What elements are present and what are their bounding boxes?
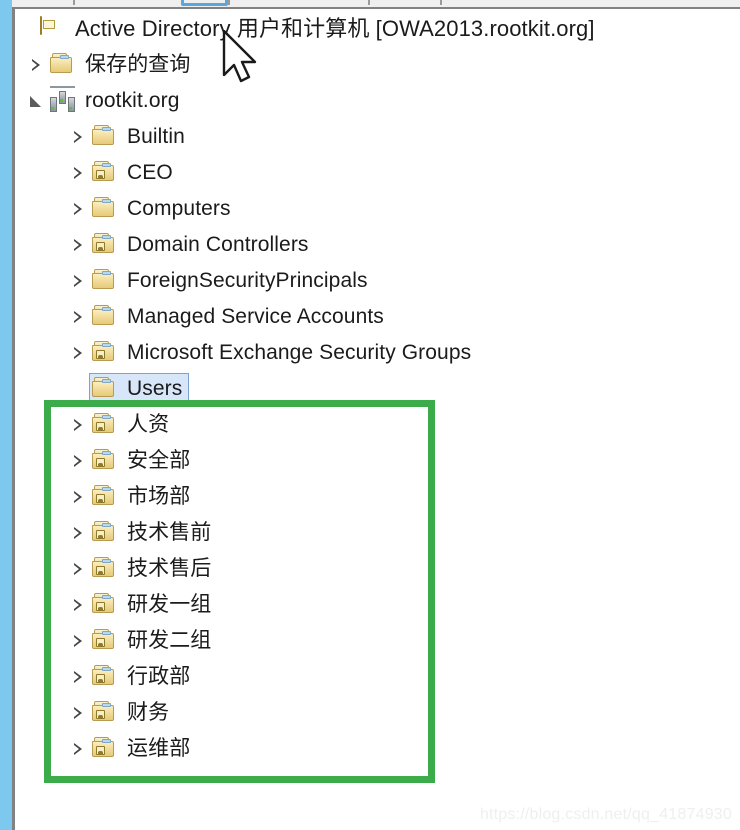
watermark-text: https://blog.csdn.net/qq_41874930 xyxy=(479,806,732,823)
tree-item-saved-queries[interactable]: 保存的查询 xyxy=(15,47,740,83)
ou-folder-icon xyxy=(92,413,118,437)
chevron-right-icon[interactable] xyxy=(67,335,89,371)
tree-item-ou-renzi[interactable]: 人资 xyxy=(15,407,740,443)
ou-folder-icon xyxy=(92,521,118,545)
chevron-right-icon[interactable] xyxy=(67,479,89,515)
chevron-right-icon[interactable] xyxy=(25,47,47,83)
chevron-right-icon[interactable] xyxy=(67,299,89,335)
toolbar-button-active[interactable] xyxy=(181,0,228,6)
chevron-right-icon[interactable] xyxy=(67,659,89,695)
ou-folder-icon xyxy=(92,737,118,761)
chevron-right-icon[interactable] xyxy=(67,155,89,191)
ou-folder-icon xyxy=(92,449,118,473)
folder-icon xyxy=(92,197,118,221)
tree-item-label: 行政部 xyxy=(127,665,191,688)
chevron-right-icon[interactable] xyxy=(67,515,89,551)
chevron-right-icon[interactable] xyxy=(67,623,89,659)
tree-item-label: Active Directory 用户和计算机 [OWA2013.rootkit… xyxy=(75,16,595,41)
tree-item-label: Microsoft Exchange Security Groups xyxy=(127,341,472,364)
expander-icon xyxy=(15,11,37,47)
tree-item-ou-caiwu[interactable]: 财务 xyxy=(15,695,740,731)
chevron-right-icon[interactable] xyxy=(67,587,89,623)
tree-item-ou-yunweibu[interactable]: 运维部 xyxy=(15,731,740,767)
chevron-right-icon[interactable] xyxy=(67,191,89,227)
tree-item-ou-jishushouqian[interactable]: 技术售前 xyxy=(15,515,740,551)
ou-folder-icon xyxy=(92,485,118,509)
tree-item-label: Domain Controllers xyxy=(127,233,309,256)
tree-item-ou-xingzhengbu[interactable]: 行政部 xyxy=(15,659,740,695)
chevron-right-icon[interactable] xyxy=(67,443,89,479)
folder-icon xyxy=(92,269,118,293)
folder-icon xyxy=(50,53,76,77)
tree-item-users[interactable]: Users xyxy=(15,371,740,407)
ou-folder-icon xyxy=(92,161,118,185)
tree-item-label: 技术售前 xyxy=(127,521,212,544)
ou-folder-icon xyxy=(92,341,118,365)
folder-icon xyxy=(92,305,118,329)
ou-folder-icon xyxy=(92,701,118,725)
tree-item-domain-rootkit-org[interactable]: rootkit.org xyxy=(15,83,740,119)
ou-folder-icon xyxy=(92,593,118,617)
tree-item-ceo[interactable]: CEO xyxy=(15,155,740,191)
console-icon xyxy=(40,16,66,41)
tree-item-console-root[interactable]: Active Directory 用户和计算机 [OWA2013.rootkit… xyxy=(15,11,740,47)
tree-item-ou-yanfayizu[interactable]: 研发一组 xyxy=(15,587,740,623)
tree-item-microsoft-exchange-security-groups[interactable]: Microsoft Exchange Security Groups xyxy=(15,335,740,371)
tree-item-label: CEO xyxy=(127,161,173,184)
tree-item-builtin[interactable]: Builtin xyxy=(15,119,740,155)
toolbar-separator xyxy=(368,0,370,5)
folder-icon xyxy=(92,377,118,401)
tree-item-label: Builtin xyxy=(127,125,185,148)
tree-item-managed-service-accounts[interactable]: Managed Service Accounts xyxy=(15,299,740,335)
tree-item-ou-jishushouhou[interactable]: 技术售后 xyxy=(15,551,740,587)
tree-item-ou-anquanbu[interactable]: 安全部 xyxy=(15,443,740,479)
tree-item-ou-yanfaerzu[interactable]: 研发二组 xyxy=(15,623,740,659)
chevron-right-icon[interactable] xyxy=(67,551,89,587)
tree-item-foreign-security-principals[interactable]: ForeignSecurityPrincipals xyxy=(15,263,740,299)
tree-item-label: Managed Service Accounts xyxy=(127,305,384,328)
chevron-right-icon[interactable] xyxy=(67,227,89,263)
tree-item-label: Users xyxy=(127,377,183,400)
tree-item-label: 市场部 xyxy=(127,485,191,508)
tree-item-ou-shichangbu[interactable]: 市场部 xyxy=(15,479,740,515)
chevron-right-icon[interactable] xyxy=(67,263,89,299)
domain-icon xyxy=(50,86,76,113)
tree-item-label: rootkit.org xyxy=(85,89,180,112)
tree-item-computers[interactable]: Computers xyxy=(15,191,740,227)
folder-icon xyxy=(92,125,118,149)
chevron-right-icon[interactable] xyxy=(67,407,89,443)
tree-item-label: 财务 xyxy=(127,701,170,724)
tree-item-label: Computers xyxy=(127,197,231,220)
tree-item-label: ForeignSecurityPrincipals xyxy=(127,269,368,292)
tree-item-label: 技术售后 xyxy=(127,557,212,580)
chevron-right-icon[interactable] xyxy=(67,731,89,767)
ou-folder-icon xyxy=(92,557,118,581)
console-tree: Active Directory 用户和计算机 [OWA2013.rootkit… xyxy=(15,11,740,811)
application-window: Active Directory 用户和计算机 [OWA2013.rootkit… xyxy=(0,0,740,830)
tree-item-domain-controllers[interactable]: Domain Controllers xyxy=(15,227,740,263)
expander-icon xyxy=(67,371,89,407)
toolbar xyxy=(12,0,740,9)
chevron-down-icon[interactable] xyxy=(25,83,47,119)
tree-item-label: 研发二组 xyxy=(127,629,212,652)
tree-item-label: 人资 xyxy=(127,413,170,436)
toolbar-separator xyxy=(73,0,75,5)
toolbar-separator xyxy=(228,0,230,5)
tree-item-label: 保存的查询 xyxy=(85,53,191,76)
tree-item-label: 研发一组 xyxy=(127,593,212,616)
chevron-right-icon[interactable] xyxy=(67,119,89,155)
ou-folder-icon xyxy=(92,665,118,689)
chevron-right-icon[interactable] xyxy=(67,695,89,731)
ou-folder-icon xyxy=(92,233,118,257)
ou-folder-icon xyxy=(92,629,118,653)
window-accent-strip xyxy=(0,0,12,830)
tree-item-label: 安全部 xyxy=(127,449,191,472)
tree-item-label: 运维部 xyxy=(127,737,191,760)
toolbar-separator xyxy=(440,0,442,5)
